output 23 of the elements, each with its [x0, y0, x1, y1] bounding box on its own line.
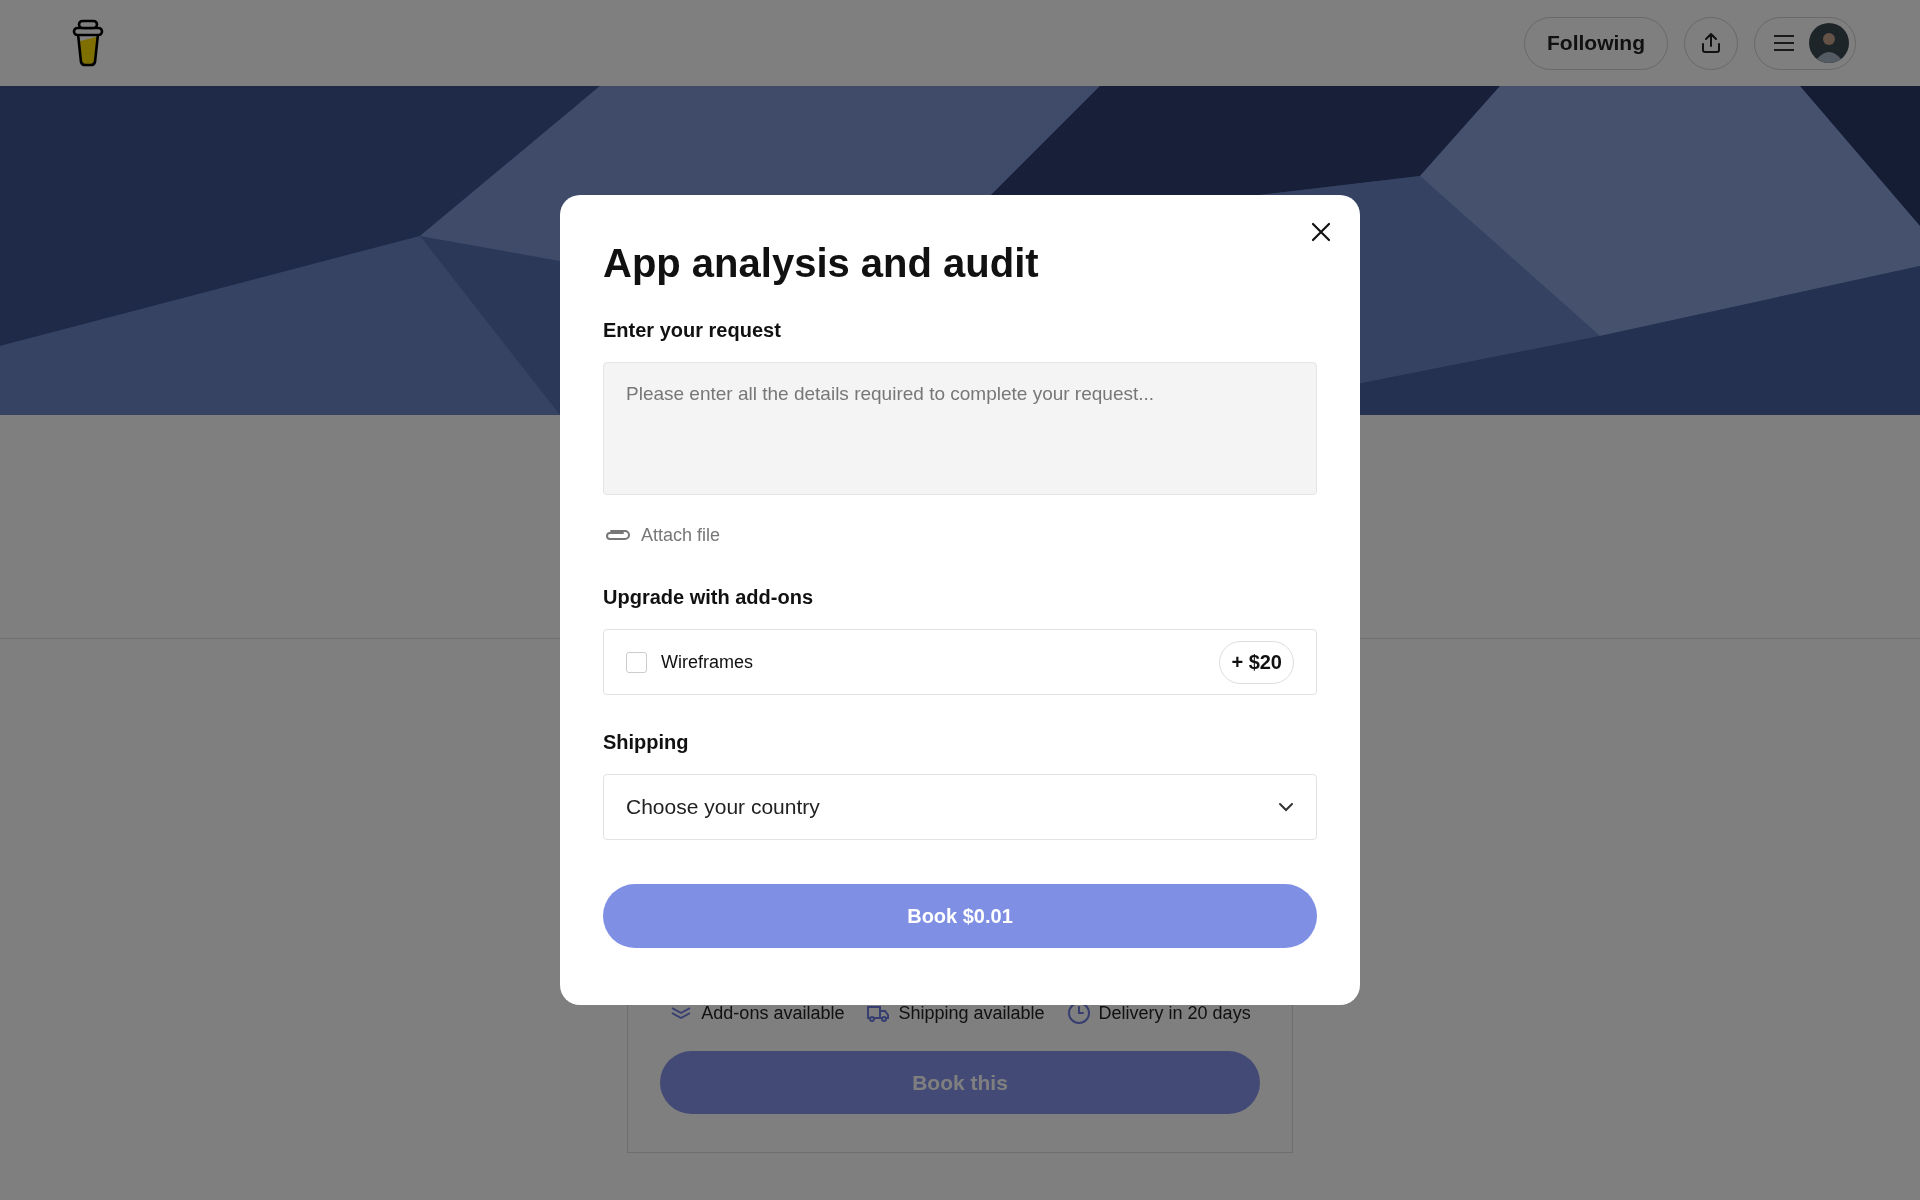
chevron-down-icon [1278, 802, 1294, 812]
section-heading: Upgrade with add-ons [603, 586, 814, 609]
feature-label: Delivery in 20 days [1098, 1002, 1251, 1024]
avatar-icon [1809, 23, 1849, 63]
close-button[interactable] [1311, 222, 1333, 244]
checkbox[interactable] [626, 651, 647, 673]
book-button[interactable]: Book $0.01 [603, 884, 1317, 948]
section-heading: Shipping [603, 731, 690, 754]
close-icon [1311, 222, 1331, 242]
addon-name: Wireframes [661, 651, 754, 673]
share-button[interactable] [1684, 16, 1738, 70]
feature-label: Add-ons available [701, 1002, 845, 1024]
menu-icon [1773, 34, 1795, 52]
attach-file-link[interactable]: Attach file [603, 525, 721, 546]
menu-button[interactable] [1754, 16, 1856, 70]
request-field[interactable]: Please enter all the details required to complete your request... [603, 362, 1317, 495]
field-label: Enter your request [603, 319, 782, 342]
dialog-title: App analysis and audit [603, 241, 1040, 285]
addon-option[interactable]: Wireframes + $20 [603, 629, 1317, 695]
share-icon [1699, 31, 1723, 55]
feature-label: Shipping available [898, 1002, 1045, 1024]
country-select[interactable]: Choose your country [603, 774, 1317, 840]
following-button[interactable]: Following [1524, 16, 1668, 70]
